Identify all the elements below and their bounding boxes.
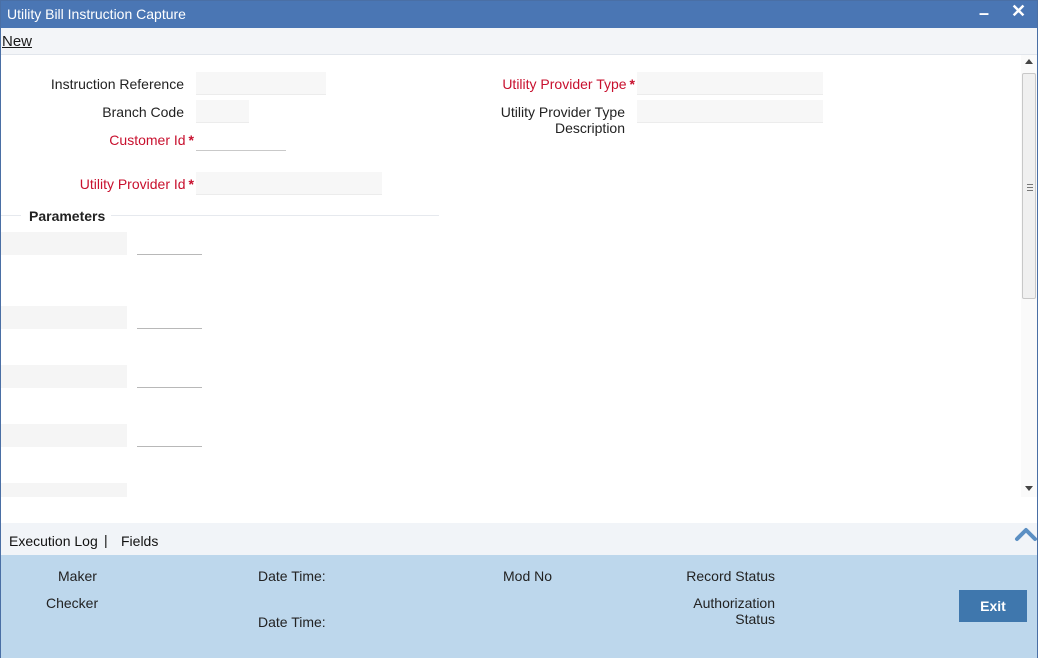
utility-provider-type-desc-field[interactable] [637,100,823,123]
authorization-status-label: Authorization Status [641,595,775,627]
tab-fields[interactable]: Fields [121,533,158,549]
title-bar: Utility Bill Instruction Capture – ✕ [1,1,1037,28]
close-icon[interactable]: ✕ [1011,1,1026,22]
utility-provider-id-label: Utility Provider Id * [41,176,194,192]
authorization-status-line2: Status [735,611,775,627]
parameter-name-field[interactable] [1,483,127,497]
utility-provider-type-desc-label: Utility Provider Type Description [481,104,625,136]
parameter-value-field[interactable] [137,232,202,255]
vertical-scrollbar[interactable] [1021,55,1037,497]
record-status-label: Record Status [686,568,775,584]
parameter-name-field[interactable] [1,365,127,388]
maker-date-time-label: Date Time: [258,568,326,584]
tab-separator: | [104,532,108,548]
scroll-up-icon[interactable] [1025,59,1033,64]
utility-provider-type-field[interactable] [637,72,823,95]
chevron-up-icon[interactable] [1014,524,1038,544]
exit-button[interactable]: Exit [959,590,1027,622]
parameter-name-field[interactable] [1,232,127,255]
customer-id-label-text: Customer Id [109,132,186,148]
grip-icon [1027,184,1033,192]
branch-code-label: Branch Code [102,104,184,120]
mod-no-label: Mod No [503,568,553,584]
parameter-name-field[interactable] [1,306,127,329]
utility-provider-id-field[interactable] [196,172,382,195]
checker-label: Checker [46,595,99,611]
window-title: Utility Bill Instruction Capture [7,6,186,22]
minimize-icon[interactable]: – [979,3,989,24]
scrollbar-thumb[interactable] [1022,73,1036,299]
customer-id-field[interactable] [196,128,286,151]
utility-provider-type-label: Utility Provider Type * [481,76,635,92]
maker-label: Maker [58,568,97,584]
authorization-status-line1: Authorization [693,595,775,611]
checker-date-time-label: Date Time: [258,614,326,630]
section-divider [111,215,439,216]
tab-execution-log[interactable]: Execution Log [9,533,98,549]
parameter-value-field[interactable] [137,306,202,329]
menu-bar: New [1,28,1037,55]
new-link[interactable]: New [2,33,32,50]
utility-provider-id-label-text: Utility Provider Id [79,176,186,192]
utility-provider-type-desc-line1: Utility Provider Type [500,104,625,120]
required-marker: * [629,76,635,92]
instruction-reference-field[interactable] [196,72,326,95]
required-marker: * [188,132,194,148]
footer-tabs: Execution Log | Fields [1,523,1037,555]
utility-bill-window: Utility Bill Instruction Capture – ✕ New… [0,0,1038,658]
parameter-value-field[interactable] [137,365,202,388]
utility-provider-type-label-text: Utility Provider Type [502,76,627,92]
scroll-down-icon[interactable] [1025,486,1033,491]
required-marker: * [188,176,194,192]
parameter-value-field[interactable] [137,424,202,447]
section-divider-left [1,215,21,216]
utility-provider-type-desc-line2: Description [554,120,625,136]
audit-panel: Maker Checker Date Time: Date Time: Mod … [1,555,1037,658]
branch-code-field[interactable] [196,100,249,123]
form-content: Instruction Reference Branch Code Custom… [1,55,1021,497]
parameter-name-field[interactable] [1,424,127,447]
parameters-section-title: Parameters [29,208,106,224]
customer-id-label: Customer Id * [61,132,194,148]
instruction-reference-label: Instruction Reference [50,76,184,92]
